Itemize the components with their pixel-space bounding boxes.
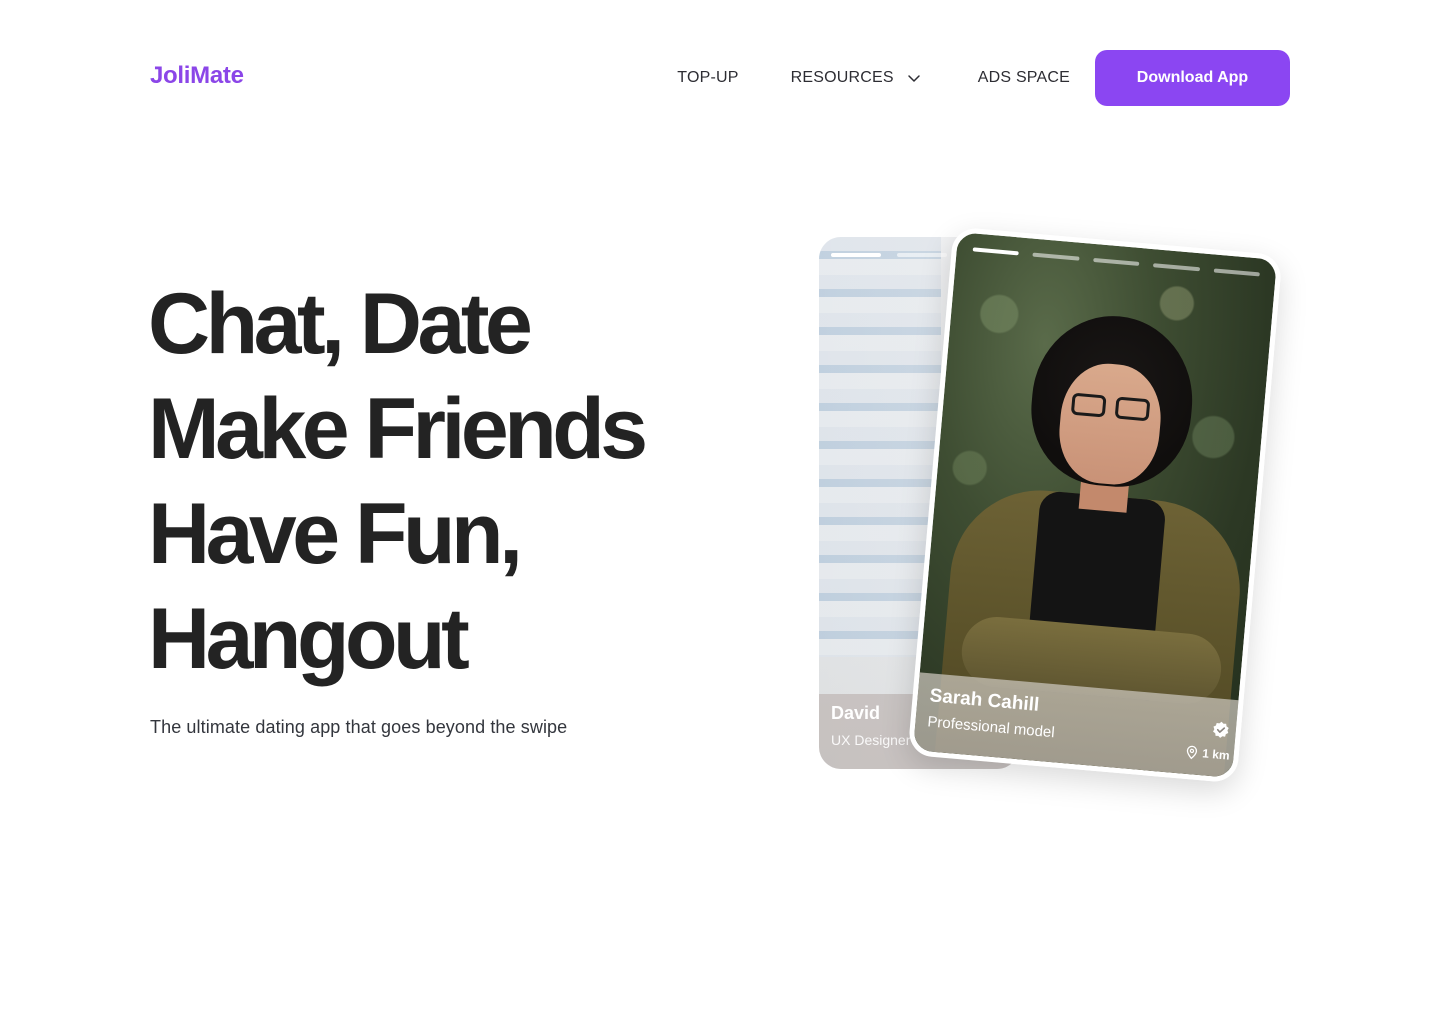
brand-logo[interactable]: JoliMate bbox=[150, 62, 244, 90]
story-progress-bar bbox=[897, 253, 947, 257]
top-navigation: TOP-UP RESOURCES ADS SPACE Download App bbox=[677, 50, 1290, 106]
hero-line: Make Friends bbox=[148, 381, 648, 477]
verified-badge-icon bbox=[1213, 721, 1229, 738]
profile-role: UX Designer bbox=[831, 732, 911, 748]
profile-name: Sarah Cahill bbox=[928, 685, 1041, 716]
hero-line: Have Fun, bbox=[148, 486, 523, 582]
glasses-icon bbox=[1070, 392, 1107, 418]
hero-headline: Chat, Date Make Friends Have Fun, Hangou… bbox=[148, 272, 788, 692]
chevron-down-icon bbox=[908, 75, 920, 82]
nav-item-resources[interactable]: RESOURCES bbox=[791, 69, 922, 87]
profile-card-front-wrapper: Sarah Cahill Professional model 1 km bbox=[907, 226, 1283, 784]
nav-item-top-up[interactable]: TOP-UP bbox=[677, 69, 738, 87]
story-progress-bar bbox=[831, 253, 881, 257]
profile-name: David bbox=[831, 703, 881, 723]
glasses-icon bbox=[1114, 396, 1151, 422]
profile-card-front[interactable]: Sarah Cahill Professional model 1 km bbox=[907, 226, 1283, 784]
hero-line: Chat, Date bbox=[148, 276, 533, 372]
profile-role: Professional model bbox=[926, 713, 1056, 742]
hero-line: Hangout bbox=[148, 591, 470, 687]
hero-subtitle: The ultimate dating app that goes beyond… bbox=[150, 717, 568, 737]
distance-label: 1 km bbox=[1201, 746, 1231, 763]
nav-item-resources-label: RESOURCES bbox=[790, 69, 894, 86]
location-pin-icon bbox=[1186, 745, 1198, 760]
nav-item-ads-space[interactable]: ADS SPACE bbox=[978, 69, 1070, 87]
download-app-button[interactable]: Download App bbox=[1095, 50, 1290, 106]
